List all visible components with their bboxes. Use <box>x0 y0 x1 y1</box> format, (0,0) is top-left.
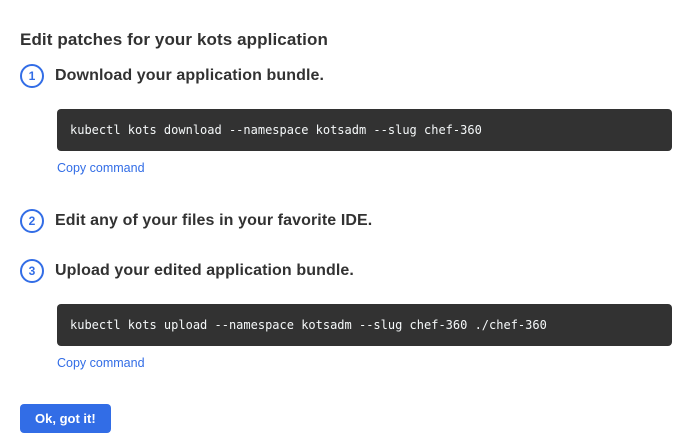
step-2-heading: Edit any of your files in your favorite … <box>55 212 372 230</box>
step-3-header: 3 Upload your edited application bundle. <box>20 259 672 283</box>
page-title: Edit patches for your kots application <box>20 30 672 50</box>
step-1-heading: Download your application bundle. <box>55 67 324 85</box>
step-1-header: 1 Download your application bundle. <box>20 64 672 88</box>
step-1-number-badge: 1 <box>20 64 44 88</box>
step-3-heading: Upload your edited application bundle. <box>55 262 354 280</box>
edit-patches-panel: Edit patches for your kots application 1… <box>0 0 690 443</box>
step-2-header: 2 Edit any of your files in your favorit… <box>20 209 672 233</box>
step-3-command-snippet: kubectl kots upload --namespace kotsadm … <box>57 304 672 346</box>
step-1-command-text: kubectl kots download --namespace kotsad… <box>70 123 482 137</box>
step-1-copy-command-link[interactable]: Copy command <box>57 161 145 175</box>
step-3-command-text: kubectl kots upload --namespace kotsadm … <box>70 318 547 332</box>
step-3-number-badge: 3 <box>20 259 44 283</box>
step-3-copy-command-link[interactable]: Copy command <box>57 356 145 370</box>
step-1-command-snippet: kubectl kots download --namespace kotsad… <box>57 109 672 151</box>
step-2-number-badge: 2 <box>20 209 44 233</box>
ok-got-it-button[interactable]: Ok, got it! <box>20 404 111 433</box>
